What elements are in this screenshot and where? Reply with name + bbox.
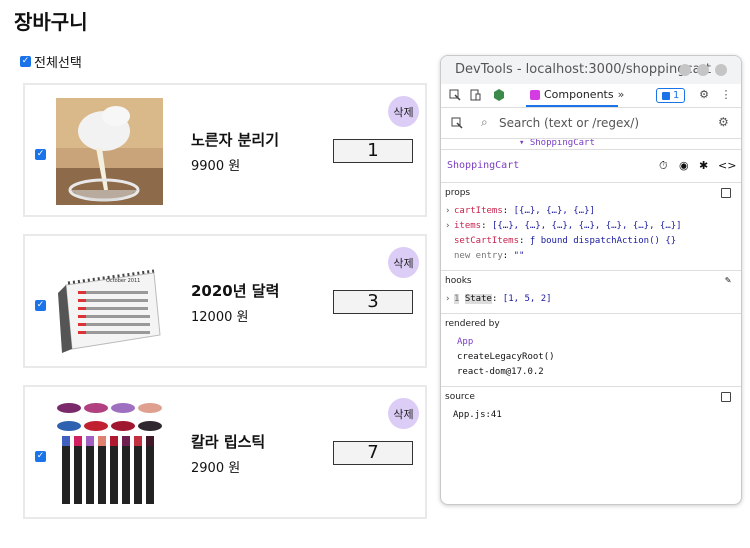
- item-checkbox[interactable]: ✓: [35, 149, 46, 160]
- quantity-input[interactable]: 3: [333, 290, 413, 314]
- rendered-by-react-dom: react-dom@17.0.2: [457, 367, 544, 377]
- product-name: 칼라 립스틱: [191, 433, 266, 451]
- rendered-by-section: rendered by App createLegacyRoot() react…: [441, 314, 741, 387]
- search-input[interactable]: Search (text or /regex/): [499, 116, 639, 130]
- devtools-tabbar: Components » 1 ⚙ ⋮: [441, 84, 741, 108]
- source-section: source App.js:41: [441, 387, 741, 429]
- source-title: source: [445, 392, 475, 402]
- stopwatch-icon[interactable]: ⏱: [659, 159, 668, 173]
- hook-state[interactable]: › 1 State: [1, 5, 2]: [445, 292, 737, 307]
- parse-hook-names-icon[interactable]: ✎: [725, 275, 731, 286]
- item-checkbox[interactable]: ✓: [35, 451, 46, 462]
- bug-icon[interactable]: ✱: [699, 159, 708, 172]
- product-image-lipstick: [56, 400, 163, 507]
- copy-props-icon[interactable]: [721, 188, 731, 198]
- rendered-by-root: createLegacyRoot(): [457, 352, 555, 362]
- devtools-title: DevTools - localhost:3000/shoppingcart: [455, 62, 712, 77]
- svg-text:October 2011: October 2011: [106, 278, 140, 284]
- issues-badge[interactable]: 1: [656, 88, 686, 103]
- delete-button[interactable]: 삭제: [388, 247, 419, 278]
- more-options-icon[interactable]: ⋮: [720, 89, 732, 101]
- cart-item: ✓ October 2011 2020년 달력 12000 원 3 삭제: [23, 234, 427, 368]
- rendered-by-app[interactable]: App: [445, 335, 737, 350]
- selected-component-name: ShoppingCart: [447, 160, 520, 171]
- maximize-button[interactable]: [697, 64, 709, 76]
- product-name: 2020년 달력: [191, 282, 280, 300]
- search-icon: ⌕: [481, 115, 488, 129]
- tab-components[interactable]: Components: [526, 84, 618, 107]
- inspect-element-icon[interactable]: [449, 89, 461, 101]
- rendered-by-title: rendered by: [445, 319, 500, 329]
- select-all-label: 전체선택: [34, 56, 82, 71]
- extension-icon[interactable]: [493, 89, 505, 101]
- hooks-title: hooks: [445, 276, 472, 286]
- issues-count: 1: [673, 90, 680, 101]
- product-price: 9900 원: [191, 159, 241, 174]
- product-image-egg-separator: [56, 98, 163, 205]
- product-price: 12000 원: [191, 310, 249, 325]
- cart-item: ✓ 노른자 분리기 9900 원 1 삭제: [23, 83, 427, 217]
- prop-new-entry[interactable]: new entry: "": [445, 249, 737, 264]
- hooks-section: hooks ✎ › 1 State: [1, 5, 2]: [441, 271, 741, 314]
- props-section: props › cartItems: [{…}, {…}, {…}] › items…: [441, 183, 741, 271]
- delete-button[interactable]: 삭제: [388, 398, 419, 429]
- cart-item: ✓ 칼라 립스틱 2900 원 7 삭제: [23, 385, 427, 519]
- selected-component-header: ShoppingCart ⏱ ◉ ✱ <>: [441, 150, 741, 183]
- page-title: 장바구니: [14, 10, 88, 34]
- product-name: 노른자 분리기: [191, 131, 280, 149]
- close-button[interactable]: [715, 64, 727, 76]
- quantity-input[interactable]: 7: [333, 441, 413, 465]
- copy-source-icon[interactable]: [721, 392, 731, 402]
- source-file[interactable]: App.js:41: [445, 408, 737, 423]
- more-tabs-button[interactable]: »: [615, 89, 627, 101]
- prop-setCartItems[interactable]: setCartItems: ƒ bound dispatchAction() {…: [445, 234, 737, 249]
- component-breadcrumb[interactable]: ▾ ShoppingCart: [441, 139, 741, 150]
- product-image-calendar: October 2011: [56, 249, 163, 356]
- tab-components-label: Components: [544, 88, 614, 101]
- prop-cartItems[interactable]: › cartItems: [{…}, {…}, {…}]: [445, 204, 737, 219]
- select-component-icon[interactable]: [451, 117, 463, 132]
- device-toolbar-icon[interactable]: [469, 89, 481, 101]
- devtools-titlebar[interactable]: DevTools - localhost:3000/shoppingcart: [441, 56, 741, 84]
- prop-items[interactable]: › items: [{…}, {…}, {…}, {…}, {…}, {…}, {…: [445, 219, 737, 234]
- search-settings-gear-icon[interactable]: ⚙: [718, 115, 729, 129]
- props-title: props: [445, 188, 471, 198]
- devtools-window: DevTools - localhost:3000/shoppingcart C…: [440, 55, 742, 505]
- issues-icon: [662, 91, 670, 100]
- delete-button[interactable]: 삭제: [388, 96, 419, 127]
- product-price: 2900 원: [191, 461, 241, 476]
- component-search-bar: ⌕ Search (text or /regex/) ⚙: [441, 108, 741, 139]
- quantity-input[interactable]: 1: [333, 139, 413, 163]
- minimize-button[interactable]: [679, 64, 691, 76]
- react-logo-icon: [530, 89, 540, 100]
- item-checkbox[interactable]: ✓: [35, 300, 46, 311]
- select-all-checkbox[interactable]: ✓: [20, 56, 31, 67]
- select-all[interactable]: ✓ 전체선택: [20, 52, 82, 71]
- settings-gear-icon[interactable]: ⚙: [698, 89, 710, 101]
- eye-icon[interactable]: ◉: [679, 159, 689, 172]
- view-source-icon[interactable]: <>: [718, 159, 736, 172]
